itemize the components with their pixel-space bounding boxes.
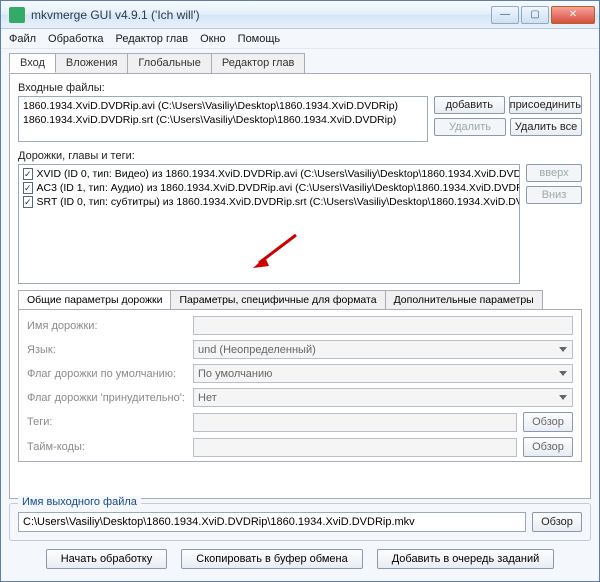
- track-options-tabstrip: Общие параметры дорожки Параметры, специ…: [18, 290, 582, 309]
- up-button[interactable]: вверх: [526, 164, 582, 182]
- timecodes-input[interactable]: [193, 438, 517, 457]
- tab-global[interactable]: Глобальные: [127, 53, 211, 73]
- menu-window[interactable]: Окно: [200, 33, 226, 45]
- chevron-down-icon: [559, 371, 567, 376]
- forced-flag-select[interactable]: Нет: [193, 388, 573, 407]
- label-timecodes: Тайм-коды:: [27, 441, 187, 453]
- down-button[interactable]: Вниз: [526, 186, 582, 204]
- input-files-listbox[interactable]: 1860.1934.XviD.DVDRip.avi (C:\Users\Vasi…: [18, 96, 428, 142]
- app-icon: [9, 7, 25, 23]
- tab-chapter-editor[interactable]: Редактор глав: [211, 53, 306, 73]
- label-input-files: Входные файлы:: [18, 82, 582, 94]
- titlebar[interactable]: mkvmerge GUI v4.9.1 ('Ich will') — ▢ ✕: [1, 1, 599, 29]
- copy-clipboard-button[interactable]: Скопировать в буфер обмена: [181, 549, 362, 569]
- output-groupbox: Имя выходного файла Обзор: [9, 503, 591, 541]
- output-browse-button[interactable]: Обзор: [532, 512, 582, 532]
- tags-input[interactable]: [193, 413, 517, 432]
- menubar: Файл Обработка Редактор глав Окно Помощь: [1, 29, 599, 49]
- chevron-down-icon: [559, 347, 567, 352]
- append-button[interactable]: присоединить: [509, 96, 582, 114]
- add-to-queue-button[interactable]: Добавить в очередь заданий: [377, 549, 555, 569]
- checkbox-icon[interactable]: ✓: [23, 196, 33, 208]
- tracks-listbox[interactable]: ✓XVID (ID 0, тип: Видео) из 1860.1934.Xv…: [18, 164, 520, 284]
- menu-processing[interactable]: Обработка: [48, 33, 103, 45]
- language-select[interactable]: und (Неопределенный): [193, 340, 573, 359]
- main-tabstrip: Вход Вложения Глобальные Редактор глав: [9, 53, 591, 73]
- window-title: mkvmerge GUI v4.9.1 ('Ich will'): [31, 8, 491, 22]
- track-name-input[interactable]: [193, 316, 573, 335]
- timecodes-browse-button[interactable]: Обзор: [523, 437, 573, 457]
- track-row[interactable]: ✓SRT (ID 0, тип: субтитры) из 1860.1934.…: [23, 195, 515, 209]
- chevron-down-icon: [559, 395, 567, 400]
- label-tags: Теги:: [27, 416, 187, 428]
- label-track-name: Имя дорожки:: [27, 320, 187, 332]
- checkbox-icon[interactable]: ✓: [23, 168, 33, 180]
- close-button[interactable]: ✕: [551, 6, 595, 24]
- tab-format-options[interactable]: Параметры, специфичные для формата: [170, 290, 385, 309]
- list-item[interactable]: 1860.1934.XviD.DVDRip.srt (C:\Users\Vasi…: [23, 113, 423, 127]
- add-button[interactable]: добавить: [434, 96, 505, 114]
- label-tracks: Дорожки, главы и теги:: [18, 150, 582, 162]
- label-forced-flag: Флаг дорожки 'принудительно':: [27, 392, 187, 404]
- track-options-body: Имя дорожки: Язык: und (Неопределенный) Ф…: [18, 309, 582, 462]
- menu-file[interactable]: Файл: [9, 33, 36, 45]
- track-row[interactable]: ✓XVID (ID 0, тип: Видео) из 1860.1934.Xv…: [23, 167, 515, 181]
- label-default-flag: Флаг дорожки по умолчанию:: [27, 368, 187, 380]
- label-output-file: Имя выходного файла: [18, 496, 141, 508]
- maximize-button[interactable]: ▢: [521, 6, 549, 24]
- bottom-button-row: Начать обработку Скопировать в буфер обм…: [9, 549, 591, 573]
- tags-browse-button[interactable]: Обзор: [523, 412, 573, 432]
- tab-extra-options[interactable]: Дополнительные параметры: [385, 290, 543, 309]
- track-row[interactable]: ✓AC3 (ID 1, тип: Аудио) из 1860.1934.Xvi…: [23, 181, 515, 195]
- tab-attachments[interactable]: Вложения: [55, 53, 129, 73]
- start-button[interactable]: Начать обработку: [46, 549, 168, 569]
- menu-chapter-editor[interactable]: Редактор глав: [116, 33, 189, 45]
- menu-help[interactable]: Помощь: [238, 33, 281, 45]
- label-language: Язык:: [27, 344, 187, 356]
- tab-general-options[interactable]: Общие параметры дорожки: [18, 290, 171, 309]
- output-path-input[interactable]: [18, 512, 526, 532]
- app-window: mkvmerge GUI v4.9.1 ('Ich will') — ▢ ✕ Ф…: [0, 0, 600, 582]
- tab-body: Входные файлы: 1860.1934.XviD.DVDRip.avi…: [9, 73, 591, 499]
- default-flag-select[interactable]: По умолчанию: [193, 364, 573, 383]
- checkbox-icon[interactable]: ✓: [23, 182, 33, 194]
- minimize-button[interactable]: —: [491, 6, 519, 24]
- delete-button[interactable]: Удалить: [434, 118, 506, 136]
- list-item[interactable]: 1860.1934.XviD.DVDRip.avi (C:\Users\Vasi…: [23, 99, 423, 113]
- tab-input[interactable]: Вход: [9, 53, 56, 73]
- delete-all-button[interactable]: Удалить все: [510, 118, 582, 136]
